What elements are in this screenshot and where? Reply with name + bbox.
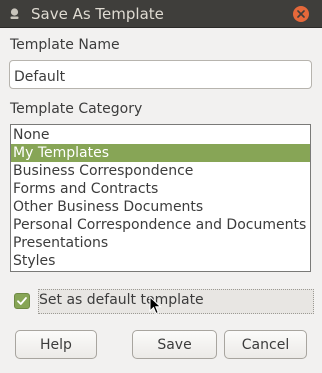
template-name-label: Template Name bbox=[10, 37, 120, 53]
libreoffice-icon bbox=[10, 8, 19, 19]
window-title: Save As Template bbox=[31, 5, 164, 23]
category-item[interactable]: Personal Correspondence and Documents bbox=[11, 216, 310, 234]
template-name-input[interactable] bbox=[9, 60, 312, 89]
title-bar: Save As Template bbox=[0, 0, 322, 28]
category-item[interactable]: Other Business Documents bbox=[11, 198, 310, 216]
category-item[interactable]: Forms and Contracts bbox=[11, 180, 310, 198]
category-item[interactable]: Styles bbox=[11, 252, 310, 270]
close-icon bbox=[297, 10, 305, 18]
category-item[interactable]: None bbox=[11, 126, 310, 144]
category-item[interactable]: Presentations bbox=[11, 234, 310, 252]
mouse-pointer-icon bbox=[149, 296, 162, 315]
checkmark-icon bbox=[17, 297, 27, 305]
category-item[interactable]: My Templates bbox=[11, 144, 310, 162]
close-button[interactable] bbox=[293, 6, 309, 22]
category-item[interactable]: Business Correspondence bbox=[11, 162, 310, 180]
save-button[interactable]: Save bbox=[132, 330, 217, 359]
default-template-label[interactable]: Set as default template bbox=[39, 292, 204, 308]
template-category-list[interactable]: None My Templates Business Correspondence F… bbox=[10, 124, 311, 272]
help-button[interactable]: Help bbox=[15, 330, 97, 359]
default-template-checkbox[interactable] bbox=[14, 293, 30, 309]
cancel-button[interactable]: Cancel bbox=[224, 330, 307, 359]
template-category-label: Template Category bbox=[10, 101, 143, 117]
